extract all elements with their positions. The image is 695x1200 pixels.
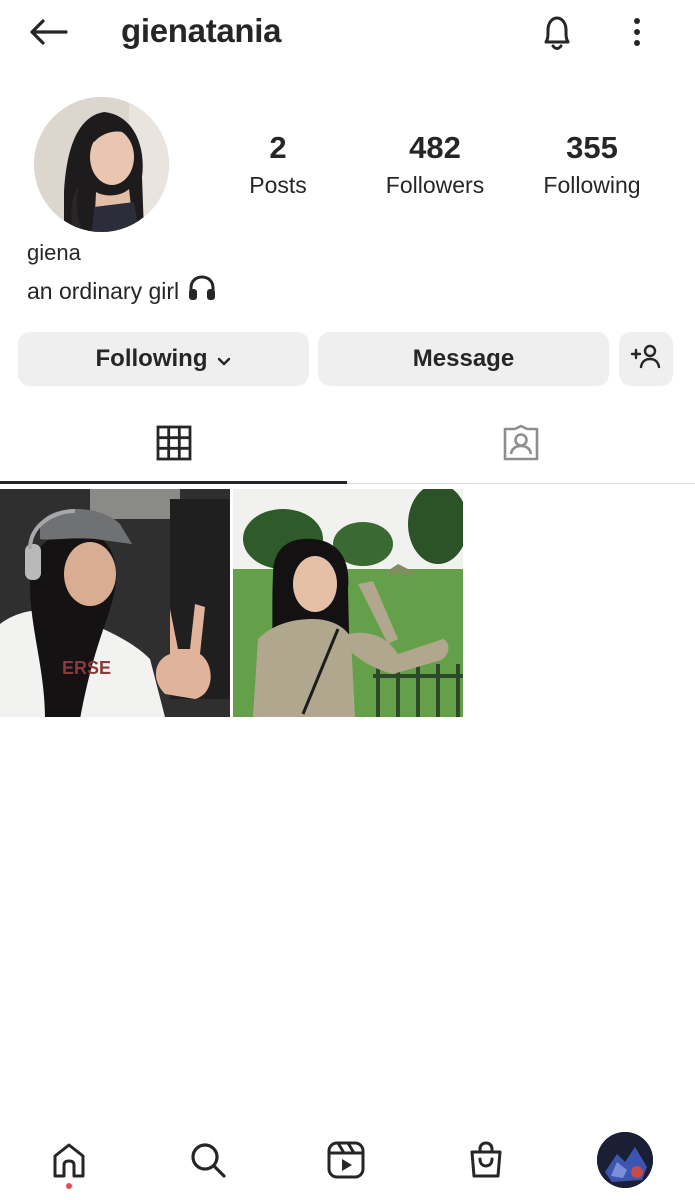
message-button-label: Message <box>412 345 515 372</box>
nav-home[interactable] <box>41 1138 97 1186</box>
profile-username: gienatania <box>121 12 282 49</box>
followers-label: Followers <box>385 172 485 198</box>
bio-text: an ordinary girl <box>27 277 180 304</box>
following-count: 355 <box>566 130 618 165</box>
nav-search[interactable] <box>180 1138 236 1186</box>
nav-shop[interactable] <box>458 1138 514 1186</box>
posts-stat: 2 Posts <box>226 128 330 202</box>
add-person-icon <box>630 343 662 376</box>
followers-count: 482 <box>409 130 461 165</box>
svg-text:ERSE: ERSE <box>62 658 111 678</box>
posts-label: Posts <box>249 172 307 198</box>
message-button[interactable]: Message <box>318 332 609 386</box>
chevron-down-icon <box>217 346 231 374</box>
active-tab-indicator <box>0 481 347 484</box>
nav-profile-avatar[interactable] <box>597 1132 653 1188</box>
post-thumbnail[interactable] <box>233 489 463 717</box>
display-name: giena <box>27 240 81 265</box>
posts-count: 2 <box>269 130 287 165</box>
followers-stat[interactable]: 482 Followers <box>370 128 500 202</box>
bell-icon[interactable] <box>533 10 581 56</box>
following-stat[interactable]: 355 Following <box>527 128 657 202</box>
notification-dot <box>66 1183 72 1189</box>
headphones-icon <box>187 274 217 308</box>
home-icon <box>49 1140 89 1185</box>
following-button[interactable]: Following <box>18 332 309 386</box>
search-icon <box>188 1140 228 1185</box>
more-vertical-icon[interactable] <box>617 12 657 52</box>
profile-avatar[interactable] <box>34 97 169 232</box>
suggested-users-button[interactable] <box>619 332 673 386</box>
nav-reels[interactable] <box>318 1138 374 1186</box>
following-button-label: Following <box>95 345 208 372</box>
following-label: Following <box>543 172 641 198</box>
top-bar: gienatania <box>0 0 695 64</box>
post-thumbnail[interactable]: ERSE <box>0 489 230 717</box>
tagged-icon <box>502 424 540 467</box>
grid-icon <box>156 425 192 466</box>
reels-icon <box>326 1140 366 1185</box>
back-arrow-icon[interactable] <box>24 12 72 52</box>
bio: an ordinary girl <box>27 274 217 308</box>
bottom-navigation <box>0 1120 695 1200</box>
tab-tagged[interactable] <box>347 406 695 484</box>
shop-icon <box>466 1140 506 1185</box>
tab-posts-grid[interactable] <box>0 406 347 484</box>
